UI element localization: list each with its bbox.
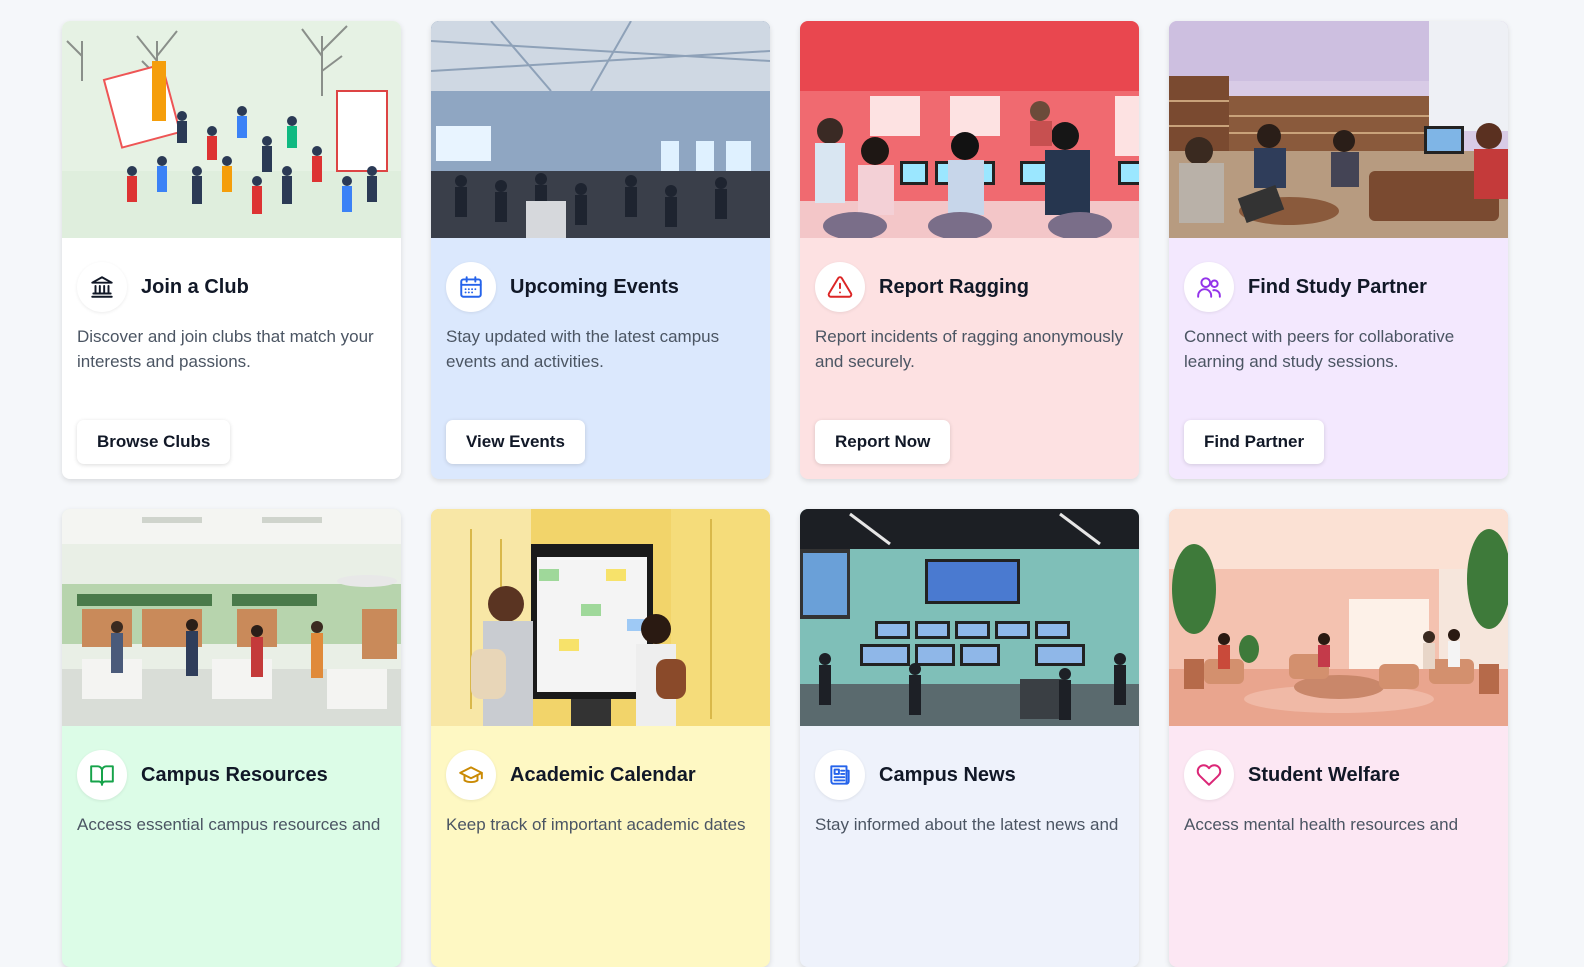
heart-icon xyxy=(1184,750,1234,800)
view-events-button[interactable]: View Events xyxy=(446,420,585,464)
card-title: Academic Calendar xyxy=(510,763,696,786)
card-description: Report incidents of ragging anonymously … xyxy=(815,327,1124,371)
card-image-lounge xyxy=(1169,509,1508,726)
card-image-news-room xyxy=(800,509,1139,726)
card-campus-news: Campus News Stay informed about the late… xyxy=(800,509,1139,967)
card-title: Find Study Partner xyxy=(1248,275,1427,298)
card-join-club: Join a Club Discover and join clubs that… xyxy=(62,21,401,479)
card-image-calendar-board xyxy=(431,509,770,726)
alert-triangle-icon xyxy=(815,262,865,312)
card-title: Campus News xyxy=(879,763,1016,786)
card-image-library xyxy=(1169,21,1508,238)
card-academic-calendar: Academic Calendar Keep track of importan… xyxy=(431,509,770,967)
card-description: Stay updated with the latest campus even… xyxy=(446,327,720,371)
card-title: Upcoming Events xyxy=(510,275,679,298)
card-student-welfare: Student Welfare Access mental health res… xyxy=(1169,509,1508,967)
card-title: Join a Club xyxy=(141,275,249,298)
find-partner-button[interactable]: Find Partner xyxy=(1184,420,1325,464)
card-upcoming-events: Upcoming Events Stay updated with the la… xyxy=(431,21,770,479)
graduation-cap-icon xyxy=(446,750,496,800)
card-title: Student Welfare xyxy=(1248,763,1400,786)
card-description: Keep track of important academic dates xyxy=(446,815,746,834)
card-title: Report Ragging xyxy=(879,275,1029,298)
card-description: Stay informed about the latest news and xyxy=(815,815,1119,834)
card-image-event-hall xyxy=(431,21,770,238)
feature-card-grid: Join a Club Discover and join clubs that… xyxy=(62,21,1508,967)
browse-clubs-button[interactable]: Browse Clubs xyxy=(77,420,231,464)
users-icon xyxy=(1184,262,1234,312)
card-description: Access essential campus resources and xyxy=(77,815,381,834)
card-image-resource-center xyxy=(62,509,401,726)
card-title: Campus Resources xyxy=(141,763,328,786)
card-image-club-fair xyxy=(62,21,401,238)
card-image-report-booths xyxy=(800,21,1139,238)
building-icon xyxy=(77,262,127,312)
book-icon xyxy=(77,750,127,800)
card-report-ragging: Report Ragging Report incidents of raggi… xyxy=(800,21,1139,479)
card-find-study-partner: Find Study Partner Connect with peers fo… xyxy=(1169,21,1508,479)
card-description: Discover and join clubs that match your … xyxy=(77,327,374,371)
card-description: Connect with peers for collaborative lea… xyxy=(1184,327,1455,371)
newspaper-icon xyxy=(815,750,865,800)
calendar-icon xyxy=(446,262,496,312)
report-now-button[interactable]: Report Now xyxy=(815,420,951,464)
card-description: Access mental health resources and xyxy=(1184,815,1459,834)
card-campus-resources: Campus Resources Access essential campus… xyxy=(62,509,401,967)
